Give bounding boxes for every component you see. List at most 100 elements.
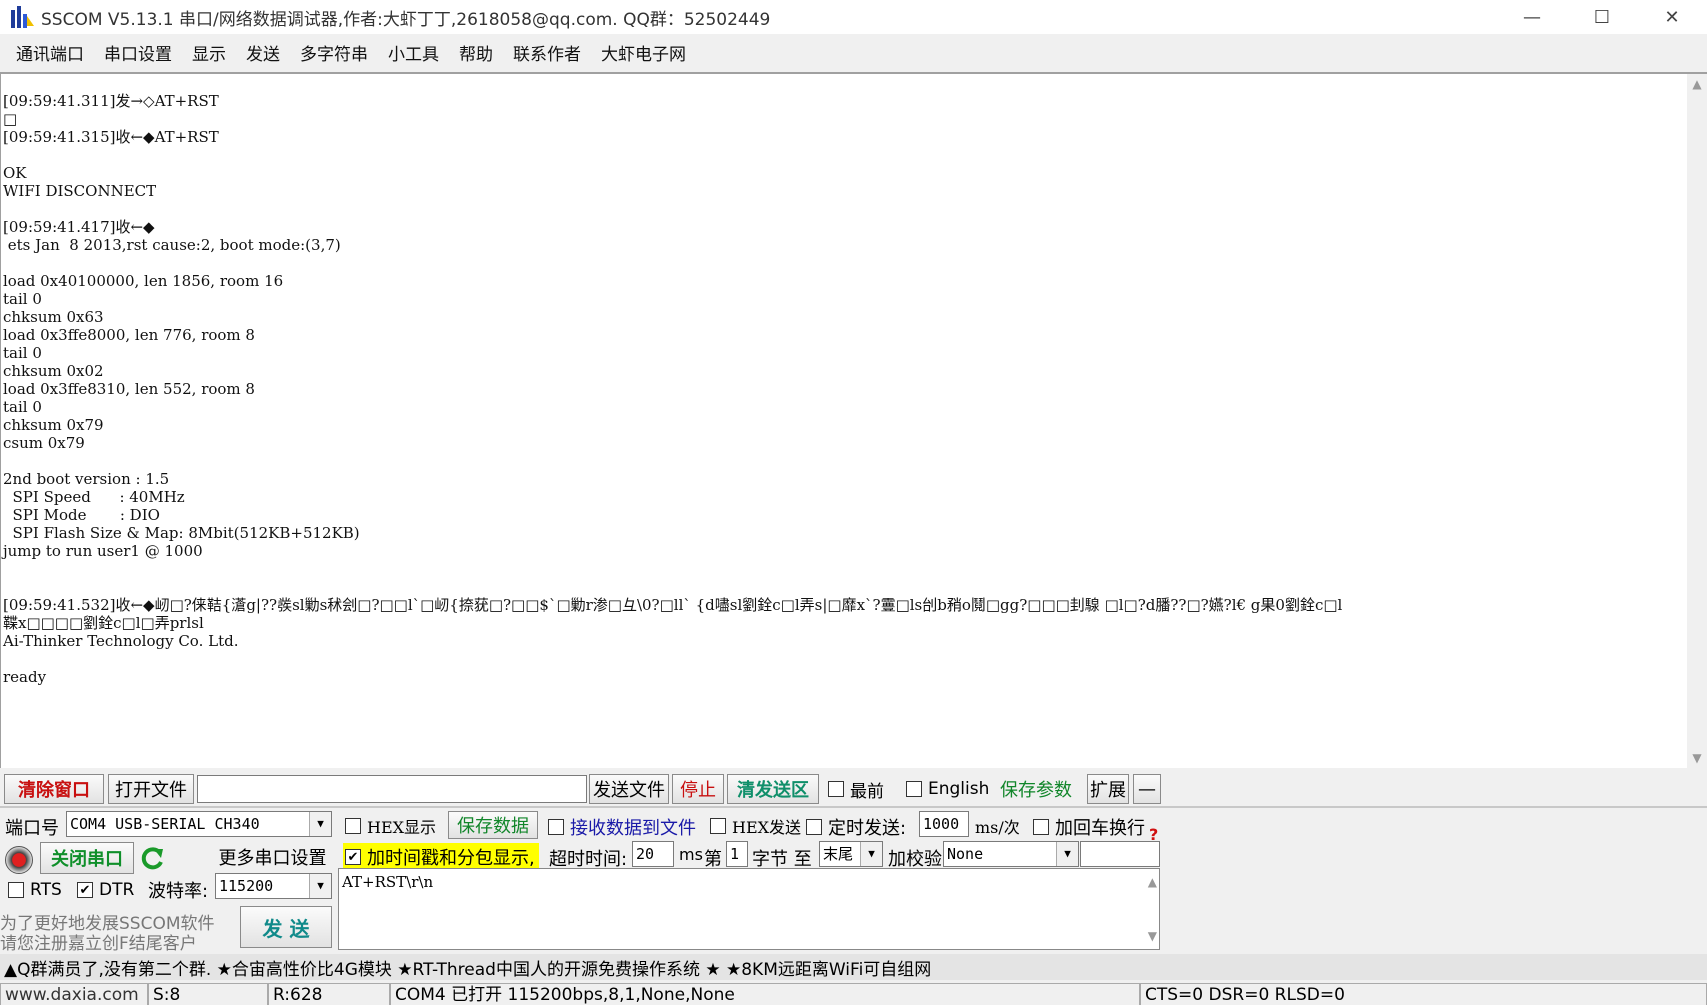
receive-log[interactable]: [09:59:41.311]发→◇AT+RST □ [09:59:41.315]收←… [0, 72, 1707, 768]
timestamp-checkbox[interactable]: ✔ 加时间戳和分包显示, [343, 843, 539, 871]
promo-line-2[interactable]: 请您注册嘉立创F结尾客户 [0, 929, 197, 954]
file-path-input[interactable] [197, 775, 587, 803]
log-line: OK [3, 164, 27, 182]
timeout-input[interactable]: 20 [632, 841, 674, 867]
baud-label: 波特率: [148, 881, 209, 902]
menu-daxia-website[interactable]: 大虾电子网 [591, 40, 696, 65]
send-file-button[interactable]: 发送文件 [589, 774, 669, 804]
menu-display[interactable]: 显示 [182, 40, 236, 65]
refresh-icon[interactable] [140, 845, 166, 871]
window-title: SSCOM V5.13.1 串口/网络数据调试器,作者:大虾丁丁,2618058… [41, 9, 771, 30]
menu-help[interactable]: 帮助 [449, 40, 503, 65]
hex-display-label: HEX显示 [367, 818, 437, 837]
hex-send-label: HEX发送 [732, 818, 802, 837]
hex-send-checkbox[interactable]: HEX发送 [710, 814, 801, 838]
log-line: Ai-Thinker Technology Co. Ltd. [3, 632, 239, 650]
add-crlf-check-icon [1033, 819, 1049, 835]
clear-send-button[interactable]: 清发送区 [727, 774, 819, 804]
hex-display-check-icon [345, 818, 361, 834]
menu-multi-string[interactable]: 多字符串 [290, 40, 378, 65]
send-button[interactable]: 发 送 [240, 906, 332, 948]
dtr-checkbox[interactable]: ✔ DTR [77, 880, 134, 900]
log-line: csum 0x79 [3, 434, 85, 452]
chevron-down-icon[interactable]: ▼ [309, 812, 331, 836]
chevron-down-icon[interactable]: ▼ [1056, 842, 1078, 866]
baud-select[interactable]: 115200 ▼ [215, 873, 332, 899]
maximize-button[interactable]: ☐ [1567, 0, 1637, 34]
english-checkbox[interactable]: English [906, 779, 989, 799]
port-select[interactable]: COM4 USB-SERIAL CH340 ▼ [66, 811, 332, 837]
chevron-down-icon[interactable]: ▼ [860, 842, 882, 866]
log-line: [09:59:41.417]收←◆ [3, 218, 155, 236]
status-line-signals: CTS=0 DSR=0 RLSD=0 [1140, 983, 1707, 1005]
scroll-down-icon[interactable]: ▼ [1687, 748, 1707, 768]
log-line: tail 0 [3, 398, 42, 416]
save-data-button[interactable]: 保存数据 [448, 811, 538, 839]
recv-to-file-checkbox[interactable]: 接收数据到文件 [548, 814, 696, 840]
port-label: 端口号 [5, 818, 59, 839]
dtr-label: DTR [99, 880, 135, 900]
log-line: [09:59:41.311]发→◇AT+RST [3, 92, 219, 110]
hex-display-checkbox[interactable]: HEX显示 [345, 814, 436, 838]
menu-serial-settings[interactable]: 串口设置 [94, 40, 182, 65]
recv-to-file-label: 接收数据到文件 [570, 818, 696, 839]
stop-button[interactable]: 停止 [672, 774, 724, 804]
status-website[interactable]: www.daxia.com [0, 983, 148, 1005]
receive-log-text: [09:59:41.311]发→◇AT+RST □ [09:59:41.315]收←… [3, 92, 1342, 686]
menu-tools[interactable]: 小工具 [378, 40, 449, 65]
clear-window-button[interactable]: 清除窗口 [4, 774, 104, 804]
hex-send-check-icon [710, 818, 726, 834]
timed-send-check-icon [806, 819, 822, 835]
menu-comm-port[interactable]: 通讯端口 [6, 40, 94, 65]
log-line: load 0x40100000, len 1856, room 16 [3, 272, 284, 290]
log-scrollbar[interactable]: ▲ ▼ [1687, 74, 1707, 768]
close-port-button[interactable]: 关闭串口 [40, 842, 134, 874]
add-crlf-checkbox[interactable]: 加回车换行 [1033, 814, 1145, 840]
menu-send[interactable]: 发送 [236, 40, 290, 65]
news-ticker[interactable]: ▲Q群满员了,没有第二个群. ★合宙高性价比4G模块 ★RT-Thread中国人… [0, 954, 1707, 980]
checksum-result [1080, 841, 1160, 867]
log-line: SPI Mode : DIO [3, 506, 160, 524]
log-line: ets Jan 8 2013,rst cause:2, boot mode:(3… [3, 236, 341, 254]
send-scroll-down-icon[interactable]: ▼ [1148, 929, 1157, 943]
rts-checkbox[interactable]: RTS [8, 880, 62, 900]
expand-button[interactable]: 扩展 [1087, 774, 1129, 804]
byte-to-select[interactable]: 末尾 ▼ [819, 841, 883, 867]
log-line: load 0x3ffe8000, len 776, room 8 [3, 326, 255, 344]
log-line: chksum 0x79 [3, 416, 104, 434]
minimize-button[interactable]: — [1497, 0, 1567, 34]
send-input[interactable]: AT+RST\r\n ▲ ▼ [338, 868, 1160, 950]
divider [0, 806, 1707, 808]
baud-select-value: 115200 [219, 877, 274, 895]
checksum-select[interactable]: None ▼ [943, 841, 1079, 867]
byte-from-input[interactable]: 1 [726, 841, 748, 867]
open-file-button[interactable]: 打开文件 [108, 774, 194, 804]
status-sent-count: S:8 [148, 983, 268, 1005]
interval-unit: ms/次 [975, 818, 1020, 837]
dtr-check-icon: ✔ [77, 882, 93, 898]
save-params-button[interactable]: 保存参数 [996, 774, 1076, 804]
send-scroll-up-icon[interactable]: ▲ [1148, 875, 1157, 889]
topmost-label: 最前 [850, 781, 884, 802]
status-bar: www.daxia.com S:8 R:628 COM4 已打开 115200b… [0, 983, 1707, 1005]
recv-to-file-check-icon [548, 819, 564, 835]
log-line: tail 0 [3, 290, 42, 308]
timed-send-checkbox[interactable]: 定时发送: [806, 814, 906, 840]
topmost-checkbox[interactable]: 最前 [828, 777, 884, 802]
collapse-button[interactable]: — [1133, 774, 1161, 804]
checksum-value: None [947, 845, 984, 863]
english-label: English [928, 779, 990, 799]
log-line: SPI Speed : 40MHz [3, 488, 185, 506]
rts-label: RTS [30, 880, 62, 900]
chevron-down-icon[interactable]: ▼ [309, 874, 331, 898]
menu-bar: 通讯端口 串口设置 显示 发送 多字符串 小工具 帮助 联系作者 大虾电子网 [0, 36, 1707, 68]
menu-contact-author[interactable]: 联系作者 [503, 40, 591, 65]
interval-input[interactable]: 1000 [919, 811, 969, 837]
more-port-settings-button[interactable]: 更多串口设置 [215, 842, 330, 872]
scroll-up-icon[interactable]: ▲ [1687, 74, 1707, 94]
close-button[interactable]: ✕ [1637, 0, 1707, 34]
